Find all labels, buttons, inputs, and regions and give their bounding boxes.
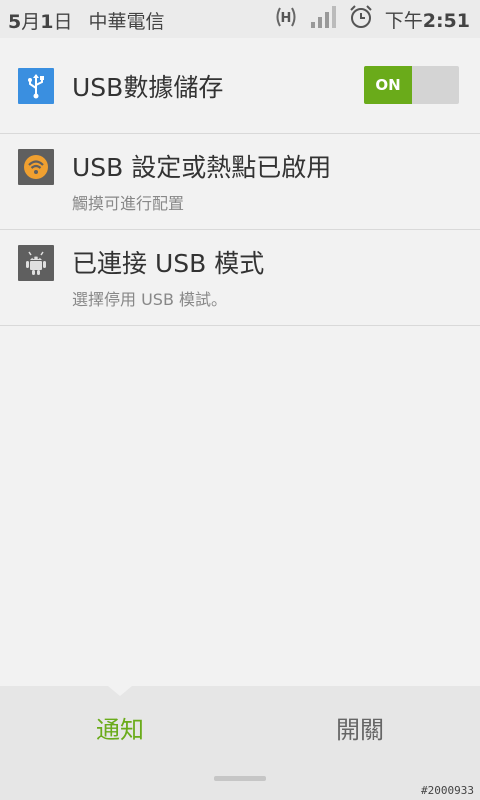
date-day: 1 (40, 11, 54, 33)
notification-usb-storage[interactable]: USB數據儲存 ON (0, 38, 480, 134)
active-tab-indicator (108, 686, 132, 696)
tab-switches[interactable]: 開關 (280, 710, 440, 745)
tab-notifications[interactable]: 通知 (40, 710, 200, 745)
time-value: 2:51 (422, 9, 470, 32)
notification-subtitle: 觸摸可進行配置 (72, 194, 185, 213)
usb-icon (18, 68, 54, 104)
signal-strength-icon (310, 5, 337, 33)
usb-storage-toggle[interactable]: ON (364, 66, 459, 104)
watermark: #2000933 (421, 784, 474, 797)
carrier-name: 中華電信 (88, 11, 165, 33)
network-type-icon: H (273, 5, 299, 34)
notification-title: 已連接 USB 模式 (72, 249, 265, 278)
notification-usb-mode[interactable]: 已連接 USB 模式 選擇停用 USB 模試。 (0, 230, 480, 326)
status-time: 下午2:51 (385, 6, 470, 33)
wifi-hotspot-icon (18, 149, 54, 185)
status-date: 5月1日 (8, 7, 73, 34)
notification-subtitle: 選擇停用 USB 模試。 (72, 290, 228, 309)
android-icon (18, 245, 54, 281)
network-type-label: H (280, 11, 291, 26)
time-period: 下午 (384, 9, 423, 32)
notification-shade: 5月1日 中華電信 H 下午2:51 USB數據儲存 ON USB 設定或熱點已… (0, 0, 480, 800)
drag-handle[interactable] (214, 776, 266, 781)
status-right: H 下午2:51 (273, 4, 470, 34)
status-left: 5月1日 中華電信 (8, 7, 165, 34)
date-day-suffix: 日 (53, 11, 73, 33)
date-month-suffix: 月 (21, 11, 41, 33)
toggle-on-label: ON (364, 66, 412, 104)
notification-title: USB 設定或熱點已啟用 (72, 153, 332, 182)
notification-title: USB數據儲存 (72, 73, 224, 102)
alarm-clock-icon (349, 4, 373, 34)
notification-hotspot[interactable]: USB 設定或熱點已啟用 觸摸可進行配置 (0, 134, 480, 230)
status-bar: 5月1日 中華電信 H 下午2:51 (0, 0, 480, 38)
date-month: 5 (8, 11, 22, 33)
